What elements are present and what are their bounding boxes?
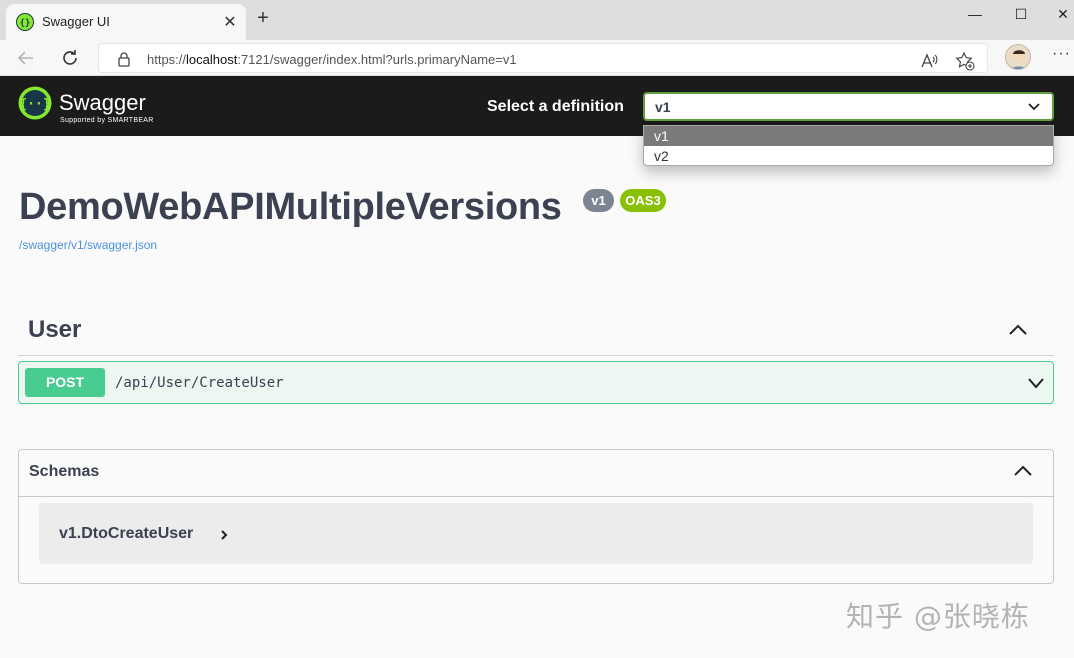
swagger-logo-text[interactable]: Swagger (59, 90, 146, 116)
tag-title-user[interactable]: User (28, 316, 81, 344)
browser-tab-strip: {} Swagger UI ✕ + — ☐ ✕ (0, 0, 1074, 40)
swagger-logo-icon[interactable]: {··} (18, 86, 52, 120)
schemas-section: Schemas v1.DtoCreateUser (18, 449, 1054, 584)
model-item[interactable]: v1.DtoCreateUser (39, 503, 1033, 564)
definition-select[interactable]: v1 (643, 92, 1054, 121)
url-text: https://localhost:7121/swagger/index.htm… (147, 52, 517, 67)
add-favorite-icon[interactable] (955, 51, 975, 71)
version-badge: v1 (583, 189, 614, 212)
maximize-icon[interactable]: ☐ (1006, 6, 1036, 28)
svg-text:{}: {} (20, 19, 31, 29)
read-aloud-icon[interactable] (919, 51, 939, 71)
swagger-logo-subtext: Supported by SMARTBEAR (60, 117, 154, 124)
model-name: v1.DtoCreateUser (59, 525, 194, 542)
tag-divider (18, 355, 1054, 356)
schemas-divider (19, 496, 1053, 497)
definition-dropdown-list: v1 v2 (643, 125, 1054, 166)
method-badge: POST (25, 368, 105, 397)
close-window-icon[interactable]: ✕ (1048, 6, 1074, 28)
swagger-favicon-icon: {} (16, 13, 34, 31)
watermark: 知乎 @张晓栋 (846, 600, 1030, 633)
operation-path: /api/User/CreateUser (115, 375, 284, 391)
definition-select-value: v1 (655, 99, 671, 115)
tab-title: Swagger UI (42, 14, 110, 29)
schemas-title[interactable]: Schemas (29, 463, 99, 481)
chevron-up-icon[interactable] (1013, 465, 1033, 477)
back-icon[interactable] (14, 46, 38, 70)
lock-icon[interactable] (117, 51, 131, 67)
definition-select-label: Select a definition (487, 98, 624, 115)
chevron-up-icon[interactable] (1008, 324, 1028, 336)
oas-badge: OAS3 (620, 189, 666, 212)
refresh-icon[interactable] (58, 46, 82, 70)
definition-option-v1[interactable]: v1 (644, 126, 1053, 146)
chevron-down-icon (1028, 103, 1040, 111)
chevron-right-icon[interactable] (220, 529, 228, 541)
svg-text:{··}: {··} (19, 97, 50, 112)
minimize-icon[interactable]: — (960, 6, 990, 28)
url-field[interactable]: https://localhost:7121/swagger/index.htm… (98, 43, 988, 73)
browser-tab[interactable]: {} Swagger UI ✕ (6, 4, 246, 40)
browser-menu-icon[interactable]: ··· (1052, 45, 1071, 63)
new-tab-icon[interactable]: + (254, 8, 272, 28)
api-title: DemoWebAPIMultipleVersions (19, 186, 562, 228)
operation-post-create-user[interactable]: POST /api/User/CreateUser (18, 361, 1054, 404)
tab-close-icon[interactable]: ✕ (221, 12, 239, 32)
definition-option-v2[interactable]: v2 (644, 146, 1053, 165)
spec-json-link[interactable]: /swagger/v1/swagger.json (19, 238, 157, 252)
profile-avatar[interactable] (1005, 44, 1031, 70)
chevron-down-icon[interactable] (1027, 377, 1045, 389)
address-bar-row: https://localhost:7121/swagger/index.htm… (0, 40, 1074, 76)
profile-avatar-icon (1011, 50, 1027, 69)
